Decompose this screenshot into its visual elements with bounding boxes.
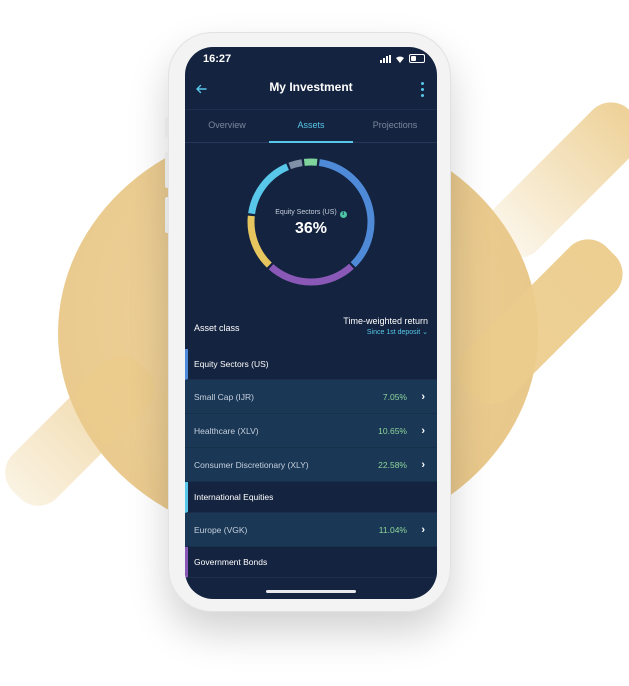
side-button — [165, 197, 169, 233]
asset-name: Small Cap (IJR) — [194, 392, 254, 402]
return-title: Time-weighted return — [343, 316, 428, 326]
chevron-right-icon: › — [421, 524, 425, 536]
asset-class-header: Asset class Time-weighted return Since 1… — [185, 309, 437, 350]
asset-return: 22.58% — [378, 460, 407, 470]
signal-icon — [380, 54, 391, 63]
chevron-down-icon: ⌄ — [422, 329, 428, 336]
return-selector[interactable]: Time-weighted return Since 1st deposit ⌄ — [343, 316, 428, 336]
phone-screen: 16:27 My Investment Overview Assets Proj… — [185, 47, 437, 599]
donut-segment[interactable] — [248, 163, 290, 215]
asset-return: 10.65% — [378, 426, 407, 436]
tab-projections[interactable]: Projections — [353, 110, 437, 142]
return-period-label: Since 1st deposit — [366, 329, 421, 336]
asset-name: Consumer Discretionary (XLY) — [194, 460, 309, 470]
page-title: My Investment — [269, 80, 353, 94]
group-international-equities: International Equities — [185, 482, 437, 513]
asset-name: Healthcare (XLV) — [194, 426, 259, 436]
tab-bar: Overview Assets Projections — [185, 109, 437, 143]
list-item[interactable]: Consumer Discretionary (XLY) 22.58% › — [185, 448, 437, 482]
battery-icon — [409, 54, 425, 63]
asset-return: 11.04% — [378, 525, 407, 535]
status-time: 16:27 — [203, 53, 232, 65]
side-button — [165, 152, 169, 188]
return-period-dropdown[interactable]: Since 1st deposit ⌄ — [343, 328, 428, 336]
app-header: My Investment — [185, 71, 437, 109]
list-item[interactable]: Healthcare (XLV) 10.65% › — [185, 414, 437, 448]
info-icon[interactable]: i — [339, 211, 347, 218]
donut-segment[interactable] — [268, 263, 354, 286]
group-equity-sectors-us: Equity Sectors (US) — [185, 349, 437, 380]
home-indicator[interactable] — [266, 590, 356, 593]
more-vertical-icon[interactable] — [419, 80, 425, 98]
asset-name: Europe (VGK) — [194, 525, 248, 535]
decorative-bar — [476, 91, 629, 269]
tab-overview[interactable]: Overview — [185, 110, 269, 142]
list-item[interactable]: Europe (VGK) 11.04% › — [185, 513, 437, 547]
chevron-right-icon: › — [421, 391, 425, 403]
status-icons — [380, 54, 425, 63]
asset-class-label: Asset class — [194, 323, 240, 333]
wifi-icon — [396, 55, 404, 63]
donut-label: Equity Sectors (US) i — [185, 209, 437, 218]
allocation-donut: Equity Sectors (US) i 36% — [185, 142, 437, 312]
side-button — [165, 117, 169, 137]
donut-value: 36% — [294, 220, 328, 237]
asset-list: Equity Sectors (US) Small Cap (IJR) 7.05… — [185, 349, 437, 578]
list-item[interactable]: Small Cap (IJR) 7.05% › — [185, 380, 437, 414]
tab-assets[interactable]: Assets — [269, 110, 353, 143]
chevron-right-icon: › — [421, 459, 425, 471]
chevron-right-icon: › — [421, 425, 425, 437]
donut-label-text: Equity Sectors (US) — [275, 209, 337, 216]
group-government-bonds: Government Bonds — [185, 547, 437, 578]
phone-frame: 16:27 My Investment Overview Assets Proj… — [165, 32, 451, 612]
asset-return: 7.05% — [382, 392, 407, 402]
donut-segment[interactable] — [288, 159, 303, 170]
status-bar: 16:27 — [185, 47, 437, 69]
